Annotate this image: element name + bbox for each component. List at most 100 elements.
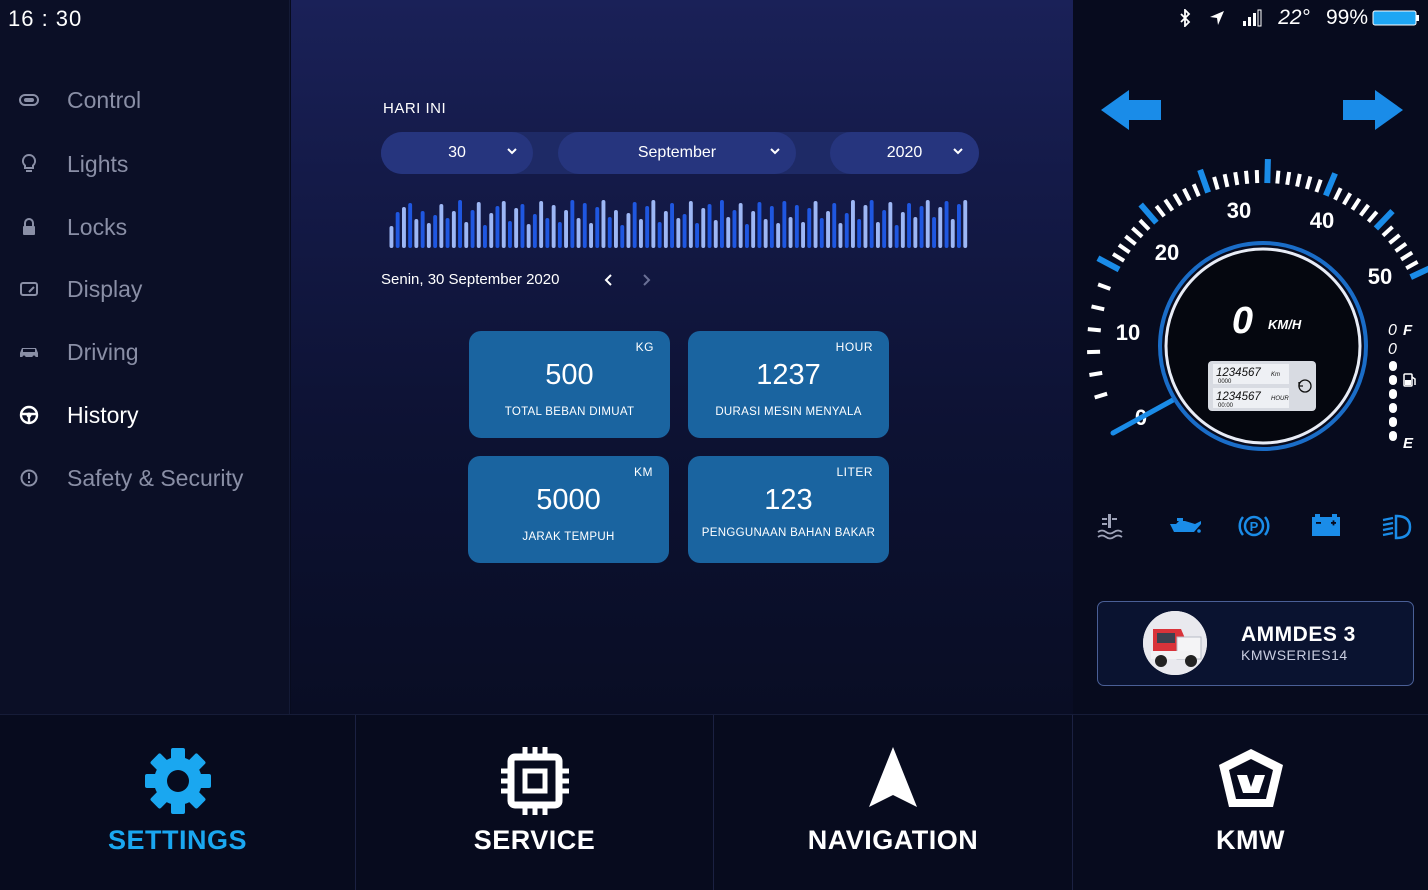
scale-tick — [1400, 250, 1414, 262]
scale-label-30: 30 — [1227, 198, 1251, 223]
sidebar-item-control[interactable]: Control — [0, 75, 290, 125]
activity-bar — [657, 222, 662, 248]
scale-tick — [1182, 187, 1192, 202]
headlight-icon — [1382, 514, 1412, 540]
activity-bar — [439, 204, 444, 248]
tab-kmw[interactable]: KMW — [1073, 715, 1428, 890]
scale-tick-major — [1373, 209, 1395, 231]
activity-bar — [813, 201, 818, 248]
activity-bar — [576, 218, 581, 248]
fuel-full-label: F — [1403, 322, 1413, 339]
scale-tick-major — [1197, 168, 1211, 194]
activity-bar — [676, 218, 681, 248]
activity-bar — [651, 200, 656, 248]
bottom-nav: SETTINGS SERVICE NAVIGATION KMW — [0, 714, 1428, 890]
activity-bar — [857, 219, 862, 248]
activity-bar — [545, 218, 550, 248]
stat-value: 5000 — [536, 484, 601, 516]
tab-service[interactable]: SERVICE — [356, 715, 714, 890]
activity-bar — [838, 223, 843, 248]
chevron-right-icon[interactable] — [638, 272, 654, 288]
activity-bar — [489, 213, 494, 248]
activity-bar — [882, 210, 887, 248]
stat-card-fuel: LITER 123 PENGGUNAAN BAHAN BAKAR — [688, 456, 889, 563]
scale-tick — [1089, 370, 1103, 377]
activity-bar — [919, 206, 924, 248]
stat-unit: LITER — [836, 465, 873, 479]
activity-bar — [539, 201, 544, 248]
scale-tick — [1191, 183, 1201, 197]
stat-caption: TOTAL BEBAN DIMUAT — [504, 406, 635, 418]
fuel-zero-label: 0 — [1388, 322, 1397, 339]
app-root: 16 : 30 Control Lights Locks Display Dri… — [0, 0, 1428, 890]
fuel-empty-label: E — [1403, 435, 1414, 452]
sidebar-item-label: Locks — [67, 213, 128, 240]
activity-bar — [408, 203, 413, 248]
sidebar-item-history[interactable]: History — [0, 390, 290, 440]
stat-card-load: KG 500 TOTAL BEBAN DIMUAT — [469, 331, 670, 438]
activity-bar — [626, 213, 631, 248]
year-select[interactable]: 2020 — [830, 132, 979, 174]
sidebar-item-label: Lights — [67, 150, 129, 177]
activity-bar — [851, 200, 855, 248]
section-title: HARI INI — [383, 100, 447, 117]
activity-bar — [776, 223, 781, 248]
scale-tick — [1275, 170, 1281, 184]
day-select[interactable]: 30 — [381, 132, 533, 174]
scale-tick-major — [1138, 202, 1159, 225]
activity-bar — [395, 212, 400, 248]
scale-tick — [1172, 192, 1183, 207]
sidebar-item-lights[interactable]: Lights — [0, 139, 290, 189]
hour-meter-value: 1234567 — [1216, 391, 1261, 403]
activity-bar — [745, 224, 749, 248]
fuel-pip — [1389, 431, 1397, 441]
activity-bar — [907, 203, 911, 248]
tab-label: KMW — [1216, 825, 1285, 855]
activity-bar — [682, 214, 687, 248]
sidebar-item-safety-security[interactable]: Safety & Security — [0, 453, 290, 503]
activity-bar — [526, 224, 531, 248]
chevron-down-icon — [770, 148, 780, 155]
chevron-left-icon[interactable] — [601, 272, 617, 288]
activity-bar — [607, 217, 612, 248]
tab-navigation[interactable]: NAVIGATION — [714, 715, 1073, 890]
scale-tick — [1388, 233, 1401, 245]
selected-date-label: Senin, 30 September 2020 — [381, 271, 560, 288]
scale-tick-major — [1264, 159, 1271, 184]
year-value: 2020 — [886, 144, 923, 161]
scale-tick — [1222, 173, 1230, 188]
activity-bar — [670, 203, 674, 248]
status-time: 16 : 30 — [8, 6, 83, 31]
fuel-pip — [1389, 361, 1397, 371]
scale-tick — [1314, 179, 1323, 193]
scale-tick — [1366, 210, 1379, 223]
stat-card-engine-hours: HOUR 1237 DURASI MESIN MENYALA — [688, 331, 889, 438]
sidebar: 16 : 30 Control Lights Locks Display Dri… — [0, 0, 290, 714]
gear-icon — [144, 748, 211, 814]
activity-bar — [713, 220, 718, 248]
tab-settings[interactable]: SETTINGS — [0, 715, 356, 890]
scale-tick — [1097, 282, 1111, 291]
sidebar-item-locks[interactable]: Locks — [0, 202, 290, 252]
fuel-zero-label-2: 0 — [1388, 341, 1397, 358]
sidebar-item-driving[interactable]: Driving — [0, 327, 290, 377]
activity-bar — [894, 225, 899, 248]
scale-label-40: 40 — [1310, 208, 1334, 233]
activity-bar — [707, 204, 712, 248]
scale-tick-major — [1323, 172, 1338, 197]
scale-tick — [1124, 234, 1137, 246]
fuel-pip — [1389, 389, 1397, 399]
chip-icon — [500, 747, 569, 815]
activity-bar — [501, 201, 506, 248]
scale-tick — [1087, 327, 1101, 333]
activity-bar — [564, 210, 568, 248]
display-icon — [18, 278, 40, 300]
vehicle-card[interactable]: AMMDES 3 KMWSERIES14 — [1097, 601, 1414, 686]
fuel-pip — [1389, 375, 1397, 385]
scale-tick — [1212, 176, 1220, 190]
activity-bar — [807, 208, 812, 248]
sidebar-item-display[interactable]: Display — [0, 264, 290, 314]
month-select[interactable]: September — [558, 132, 796, 174]
sidebar-item-label: Driving — [67, 338, 139, 365]
fuel-pump-icon — [1403, 373, 1416, 387]
